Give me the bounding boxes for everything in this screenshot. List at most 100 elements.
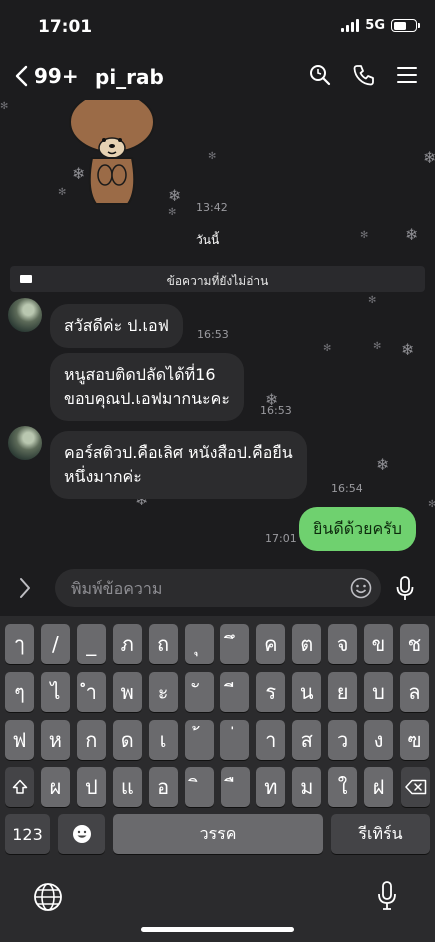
snowflake-icon: ✻ <box>323 343 332 354</box>
dictation-mic-icon[interactable] <box>377 881 397 911</box>
shift-key[interactable] <box>5 767 34 807</box>
letter-key[interactable]: ว <box>328 720 358 760</box>
letter-key[interactable]: ฃ <box>399 720 429 760</box>
letter-key[interactable]: ๆ <box>5 672 34 712</box>
letter-key[interactable]: ล <box>399 672 429 712</box>
message-time: 16:53 <box>197 328 229 341</box>
letter-key[interactable]: ิ <box>184 767 214 807</box>
search-icon[interactable] <box>309 64 331 86</box>
outgoing-message[interactable]: ยินดีด้วยครับ <box>299 507 416 551</box>
backspace-key[interactable] <box>401 767 430 807</box>
letter-key[interactable]: ช <box>399 624 429 664</box>
letter-key[interactable]: จ <box>328 624 358 664</box>
back-button[interactable]: 99+ <box>14 64 79 88</box>
letter-key[interactable]: ใ <box>328 767 358 807</box>
letter-key[interactable]: เ <box>148 720 178 760</box>
shift-icon <box>12 779 27 794</box>
snowflake-icon: ✻ <box>373 341 382 352</box>
letter-key[interactable]: ป <box>76 767 106 807</box>
message-line: ขอบคุณป.เอฟมากนะคะ <box>64 389 230 408</box>
chat-title[interactable]: pi_rab <box>95 65 164 89</box>
emoji-icon <box>72 825 91 843</box>
date-divider: วันนี้ <box>196 233 220 247</box>
avatar[interactable] <box>8 298 42 332</box>
snowflake-icon: ✻ <box>0 101 9 112</box>
incoming-message[interactable]: หนูสอบติดปลัดได้ที่16 ขอบคุณป.เอฟมากนะคะ <box>50 353 244 421</box>
snowflake-icon: ❄ <box>168 186 182 205</box>
letter-key[interactable]: ี <box>220 672 250 712</box>
avatar[interactable] <box>8 426 42 460</box>
letter-key[interactable]: บ <box>364 672 393 712</box>
menu-icon[interactable] <box>397 66 417 84</box>
letter-key[interactable]: า <box>256 720 286 760</box>
microphone-icon[interactable] <box>396 576 414 602</box>
letter-key[interactable]: ย <box>328 672 358 712</box>
letter-key[interactable]: พ <box>112 672 142 712</box>
letter-key[interactable]: ุ <box>184 624 214 664</box>
signal-icon <box>341 19 360 32</box>
status-time: 17:01 <box>38 17 93 37</box>
letter-key[interactable]: ม <box>292 767 322 807</box>
letter-key[interactable]: ส <box>292 720 322 760</box>
numbers-key[interactable]: 123 <box>5 814 50 854</box>
letter-key[interactable]: ข <box>364 624 393 664</box>
incoming-message[interactable]: คอร์สติวป.คือเลิศ หนังสือป.คือยืน หนึ่งม… <box>50 431 307 499</box>
letter-key[interactable]: ค <box>256 624 286 664</box>
snowflake-icon: ❄ <box>376 455 390 474</box>
chevron-right-icon[interactable] <box>18 577 32 599</box>
status-indicators: 5G <box>341 18 420 33</box>
snowflake-icon: ✻ <box>168 207 177 218</box>
backspace-icon <box>404 779 426 795</box>
letter-key[interactable]: ร <box>256 672 286 712</box>
letter-key[interactable]: อ <box>148 767 178 807</box>
message-time: 16:54 <box>331 482 363 495</box>
letter-key[interactable]: น <box>292 672 322 712</box>
letter-key[interactable]: ผ <box>41 767 70 807</box>
letter-key[interactable]: ท <box>256 767 286 807</box>
letter-key[interactable]: ฟ <box>5 720 34 760</box>
chat-header: 99+ pi_rab <box>0 54 435 100</box>
letter-key[interactable]: ะ <box>148 672 178 712</box>
letter-key[interactable]: ่ <box>220 720 250 760</box>
snowflake-icon: ❄ <box>401 340 415 359</box>
letter-key[interactable]: ั <box>184 672 214 712</box>
incoming-message[interactable]: สวัสดีค่ะ ป.เอฟ <box>50 304 183 348</box>
letter-key[interactable]: ำ <box>76 672 106 712</box>
letter-key[interactable]: ื <box>220 767 250 807</box>
letter-key[interactable]: ไ <box>40 672 70 712</box>
letter-key[interactable]: ด <box>112 720 142 760</box>
letter-key[interactable]: ห <box>40 720 70 760</box>
letter-key[interactable]: / <box>40 624 70 664</box>
bear-sticker[interactable] <box>66 100 158 208</box>
snowflake-icon: ❄ <box>405 225 419 244</box>
message-time: 16:53 <box>260 404 292 417</box>
letter-key[interactable]: _ <box>76 624 106 664</box>
return-key[interactable]: รีเทิร์น <box>331 814 430 854</box>
letter-key[interactable]: ต <box>292 624 322 664</box>
emoji-icon[interactable] <box>350 577 372 599</box>
letter-key[interactable]: ฝ <box>364 767 394 807</box>
emoji-key[interactable] <box>58 814 105 854</box>
letter-key[interactable]: ึ <box>220 624 250 664</box>
chevron-left-icon <box>15 65 28 87</box>
header-actions <box>309 64 417 86</box>
phone-icon[interactable] <box>353 64 375 86</box>
space-key[interactable]: วรรค <box>113 814 323 854</box>
message-time: 13:42 <box>196 201 228 214</box>
letter-key[interactable]: ้ <box>184 720 214 760</box>
letter-key[interactable]: ถ <box>148 624 178 664</box>
chat-area[interactable]: ❄ ❄ ✻ ❄ ❄ ✻ ✻ ✻ ✻ ❄ ✻ ✻ ✻ ❄ ❄ ❄ ❄ ✻ 13:4… <box>0 100 435 560</box>
message-input[interactable] <box>55 569 381 607</box>
globe-icon[interactable] <box>33 882 63 912</box>
letter-key[interactable]: แ <box>112 767 142 807</box>
letter-key[interactable]: ๅ <box>5 624 34 664</box>
letter-key[interactable]: ง <box>364 720 393 760</box>
message-time: 17:01 <box>265 532 297 545</box>
battery-icon <box>391 19 420 32</box>
keyboard: ๅ/_ภถุึคตจขช ๆไำพะัีรนยบล ฟหกดเ้่าสวงฃ ผ… <box>0 616 435 942</box>
snowflake-icon: ❄ <box>423 148 435 167</box>
snowflake-icon: ✻ <box>368 295 377 306</box>
unread-divider: ข้อความที่ยังไม่อ่าน <box>10 266 425 292</box>
letter-key[interactable]: ก <box>76 720 106 760</box>
letter-key[interactable]: ภ <box>112 624 142 664</box>
